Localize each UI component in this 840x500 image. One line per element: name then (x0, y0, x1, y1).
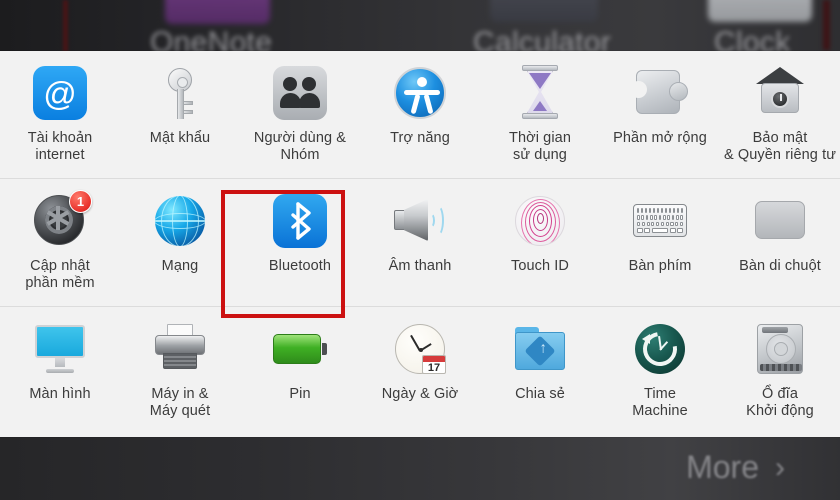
backdrop-red-line-left (63, 0, 68, 52)
pref-item-accessibility[interactable]: Trợ năng (360, 51, 480, 178)
backdrop-app-tile-clock (708, 0, 812, 22)
pref-item-label: Bảo mật & Quyền riêng tư (723, 130, 837, 163)
pref-item-displays[interactable]: Màn hình (0, 307, 120, 435)
pref-item-bluetooth[interactable]: Bluetooth (240, 179, 360, 306)
passwords-key-icon (152, 65, 208, 121)
pref-item-label: Chia sẻ (515, 386, 565, 402)
chevron-right-icon: › (775, 450, 785, 484)
pref-item-software-update[interactable]: 1 Cập nhật phần mềm (0, 179, 120, 306)
pref-item-label: Ổ đĩa Khởi động (746, 386, 814, 419)
startup-disk-icon (752, 321, 808, 377)
preferences-row: Màn hình Máy in & Máy quét Pin 17 Ngày &… (0, 307, 840, 435)
sound-speaker-icon (392, 193, 448, 249)
pref-item-security-privacy[interactable]: Bảo mật & Quyền riêng tư (720, 51, 840, 178)
pref-item-label: Bàn phím (628, 258, 692, 274)
pref-item-label: Màn hình (29, 386, 91, 402)
pref-item-printers-scanners[interactable]: Máy in & Máy quét (120, 307, 240, 435)
pref-item-label: Phần mở rộng (613, 130, 707, 146)
screen-time-hourglass-icon (512, 65, 568, 121)
pref-item-label: Tài khoản internet (27, 130, 93, 163)
pref-item-label: Thời gian sử dụng (509, 130, 571, 163)
pref-item-label: Âm thanh (388, 258, 452, 274)
extensions-puzzle-icon (630, 65, 688, 121)
backdrop-app-tile-onenote (165, 0, 270, 24)
preferences-row: @ Tài khoản internet Mật khẩu Người dùng… (0, 51, 840, 179)
system-preferences-panel: @ Tài khoản internet Mật khẩu Người dùng… (0, 51, 840, 437)
pref-item-battery[interactable]: Pin (240, 307, 360, 435)
trackpad-icon (752, 193, 808, 249)
pref-item-label: Touch ID (510, 258, 570, 274)
pref-item-label: Trợ năng (390, 130, 450, 146)
pref-item-passwords[interactable]: Mật khẩu (120, 51, 240, 178)
pref-item-startup-disk[interactable]: Ổ đĩa Khởi động (720, 307, 840, 435)
touch-id-fingerprint-icon (512, 193, 568, 249)
pref-item-label: Mạng (161, 258, 199, 274)
date-time-clock-icon: 17 (392, 321, 448, 377)
pref-item-label: Cập nhật phần mềm (25, 258, 95, 291)
pref-item-label: Ngày & Giờ (381, 386, 459, 402)
pref-item-label: Time Machine (632, 386, 688, 419)
software-update-gear-icon: 1 (32, 190, 92, 249)
backdrop-app-tile-calculator (490, 0, 598, 22)
pref-item-label: Pin (289, 386, 311, 402)
internet-accounts-icon: @ (32, 65, 88, 121)
pref-item-date-time[interactable]: 17 Ngày & Giờ (360, 307, 480, 435)
pref-item-network[interactable]: Mạng (120, 179, 240, 306)
pref-item-time-machine[interactable]: Time Machine (600, 307, 720, 435)
time-machine-icon (632, 321, 688, 377)
network-globe-icon (152, 193, 208, 249)
accessibility-icon (392, 65, 448, 121)
more-label: More (686, 449, 759, 485)
pref-item-label: Mật khẩu (149, 130, 211, 146)
pref-item-users-groups[interactable]: Người dùng & Nhóm (240, 51, 360, 178)
displays-monitor-icon (32, 321, 88, 377)
pref-item-sound[interactable]: Âm thanh (360, 179, 480, 306)
sharing-folder-icon (512, 321, 568, 377)
keyboard-icon (632, 193, 688, 249)
pref-item-touch-id[interactable]: Touch ID (480, 179, 600, 306)
more-pages-button[interactable]: More › (686, 449, 785, 486)
pref-item-keyboard[interactable]: Bàn phím (600, 179, 720, 306)
bluetooth-icon (272, 193, 328, 249)
pref-item-label: Máy in & Máy quét (149, 386, 211, 419)
users-groups-icon (272, 65, 328, 121)
pref-item-label: Người dùng & Nhóm (253, 130, 347, 163)
pref-item-trackpad[interactable]: Bàn di chuột (720, 179, 840, 306)
backdrop-red-line-right (823, 0, 830, 50)
update-count-badge: 1 (69, 190, 92, 213)
pref-item-sharing[interactable]: Chia sẻ (480, 307, 600, 435)
pref-item-label: Bàn di chuột (739, 258, 821, 274)
printers-scanners-icon (152, 321, 208, 377)
pref-item-extensions[interactable]: Phần mở rộng (600, 51, 720, 178)
security-privacy-safe-icon (752, 65, 808, 121)
pref-item-screen-time[interactable]: Thời gian sử dụng (480, 51, 600, 178)
pref-item-internet-accounts[interactable]: @ Tài khoản internet (0, 51, 120, 178)
battery-icon (272, 321, 328, 377)
pref-item-label: Bluetooth (268, 258, 332, 274)
calendar-day-number: 17 (427, 362, 441, 374)
preferences-row: 1 Cập nhật phần mềm Mạng Bluetooth Âm th… (0, 179, 840, 307)
